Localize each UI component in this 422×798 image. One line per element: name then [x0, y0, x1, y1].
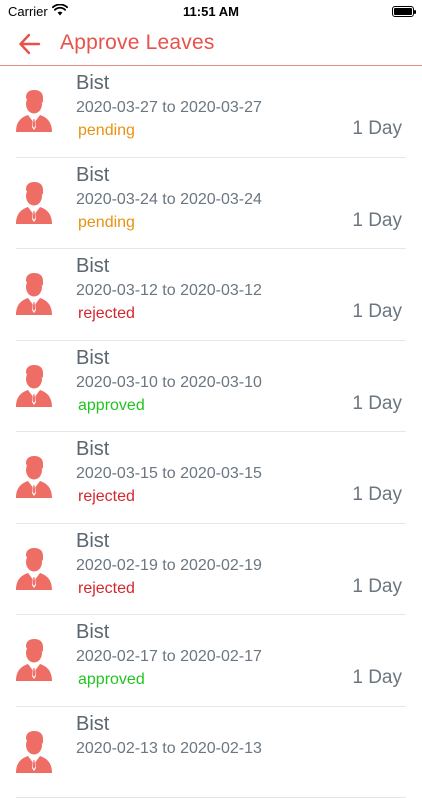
leave-date-range: 2020-03-12 to 2020-03-12 [76, 282, 262, 300]
leave-date-range: 2020-02-19 to 2020-02-19 [76, 557, 262, 575]
leave-list-item[interactable]: Bist 2020-03-27 to 2020-03-27 pending 1 … [0, 66, 422, 158]
user-avatar-icon [14, 365, 54, 407]
leave-duration: 1 Day [352, 301, 402, 323]
back-button[interactable] [16, 30, 44, 58]
leave-date-range: 2020-02-13 to 2020-02-13 [76, 740, 262, 758]
leave-duration: 1 Day [352, 576, 402, 598]
page-title: Approve Leaves [60, 31, 215, 55]
user-avatar-icon [14, 731, 54, 773]
leave-status: rejected [78, 580, 135, 598]
status-time: 11:51 AM [0, 4, 422, 19]
user-avatar-icon [14, 639, 54, 681]
app-header: Approve Leaves [0, 24, 422, 66]
leave-date-range: 2020-03-27 to 2020-03-27 [76, 99, 262, 117]
user-avatar-icon [14, 182, 54, 224]
leave-duration: 1 Day [352, 667, 402, 689]
employee-name: Bist [76, 347, 109, 370]
leave-duration: 1 Day [352, 484, 402, 506]
leave-status: approved [78, 671, 145, 689]
employee-name: Bist [76, 621, 109, 644]
user-avatar-icon [14, 548, 54, 590]
battery-icon [392, 6, 414, 17]
leave-date-range: 2020-02-17 to 2020-02-17 [76, 648, 262, 666]
leave-duration: 1 Day [352, 393, 402, 415]
leave-status: pending [78, 214, 135, 232]
leave-list-item[interactable]: Bist 2020-03-12 to 2020-03-12 rejected 1… [0, 249, 422, 341]
leave-duration: 1 Day [352, 210, 402, 232]
leave-list-item[interactable]: Bist 2020-03-24 to 2020-03-24 pending 1 … [0, 158, 422, 250]
employee-name: Bist [76, 164, 109, 187]
leave-list-item[interactable]: Bist 2020-03-10 to 2020-03-10 approved 1… [0, 341, 422, 433]
leave-status: rejected [78, 488, 135, 506]
leave-list: Bist 2020-03-27 to 2020-03-27 pending 1 … [0, 66, 422, 798]
leave-status: approved [78, 397, 145, 415]
leave-list-item[interactable]: Bist 2020-03-15 to 2020-03-15 rejected 1… [0, 432, 422, 524]
leave-status: rejected [78, 305, 135, 323]
user-avatar-icon [14, 456, 54, 498]
leave-date-range: 2020-03-15 to 2020-03-15 [76, 465, 262, 483]
arrow-left-icon [16, 30, 44, 58]
leave-list-item[interactable]: Bist 2020-02-17 to 2020-02-17 approved 1… [0, 615, 422, 707]
status-bar: Carrier 11:51 AM [0, 0, 422, 24]
employee-name: Bist [76, 713, 109, 736]
leave-list-item[interactable]: Bist 2020-02-13 to 2020-02-13 [0, 707, 422, 798]
employee-name: Bist [76, 72, 109, 95]
employee-name: Bist [76, 530, 109, 553]
employee-name: Bist [76, 438, 109, 461]
leave-list-item[interactable]: Bist 2020-02-19 to 2020-02-19 rejected 1… [0, 524, 422, 616]
employee-name: Bist [76, 255, 109, 278]
leave-status: pending [78, 122, 135, 140]
user-avatar-icon [14, 273, 54, 315]
leave-date-range: 2020-03-24 to 2020-03-24 [76, 191, 262, 209]
leave-duration: 1 Day [352, 118, 402, 140]
user-avatar-icon [14, 90, 54, 132]
leave-date-range: 2020-03-10 to 2020-03-10 [76, 374, 262, 392]
